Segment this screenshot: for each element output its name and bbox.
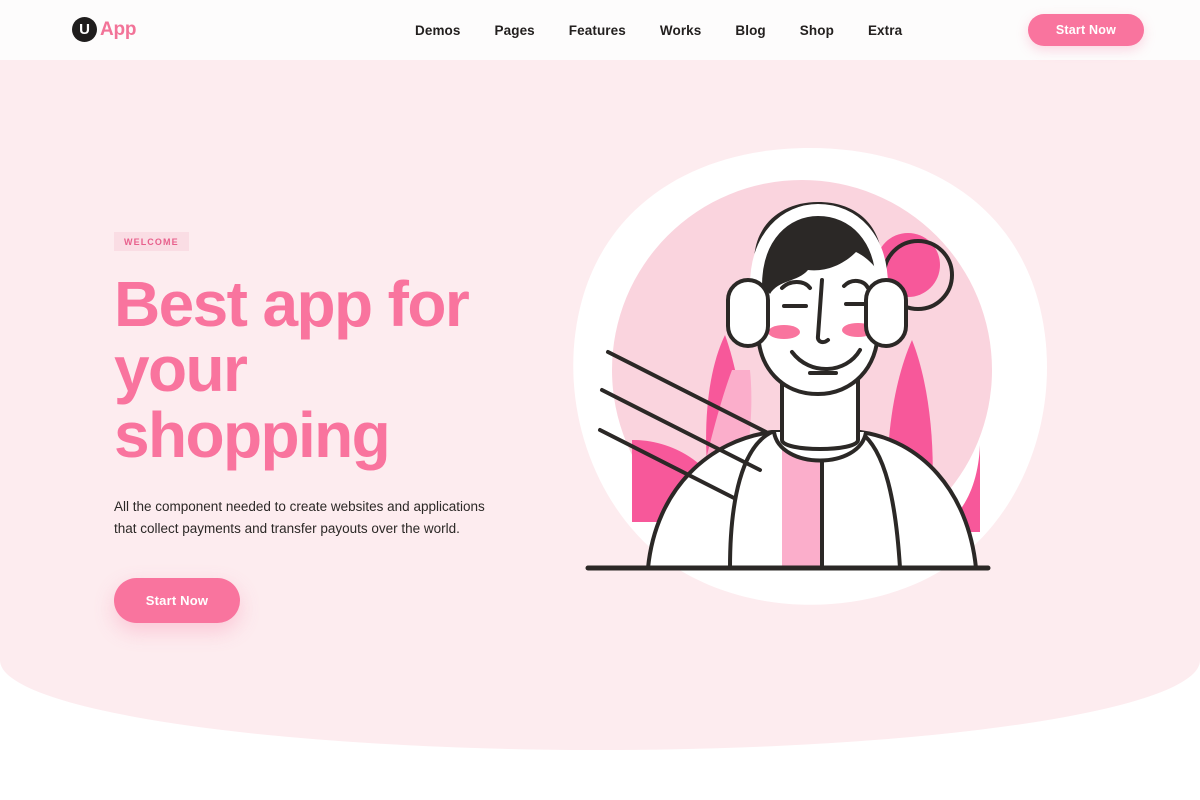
cheek-left	[768, 325, 800, 339]
logo-text: App	[100, 18, 137, 40]
nav-item-shop[interactable]: Shop	[800, 23, 834, 38]
circle-u-logo-icon: U	[72, 17, 97, 42]
main-navigation: Demos Pages Features Works Blog Shop Ext…	[415, 0, 902, 60]
hero-start-now-button[interactable]: Start Now	[114, 577, 240, 623]
nav-item-features[interactable]: Features	[569, 23, 626, 38]
nav-item-blog[interactable]: Blog	[735, 23, 765, 38]
landing-page: U App Demos Pages Features Works Blog Sh…	[0, 0, 1200, 800]
page-title: Best app for your shopping	[114, 268, 534, 471]
hero-description: All the component needed to create websi…	[114, 498, 485, 536]
nav-item-extra[interactable]: Extra	[868, 23, 902, 38]
headline-line-2: your shopping	[114, 333, 391, 471]
headphone-cup-right	[864, 278, 908, 348]
welcome-badge: WELCOME	[114, 232, 189, 251]
person-with-headphones-illustration	[560, 140, 1060, 610]
site-header: U App Demos Pages Features Works Blog Sh…	[0, 0, 1200, 60]
hero-content: WELCOME Best app for your shopping All t…	[114, 232, 534, 623]
nav-item-works[interactable]: Works	[660, 23, 702, 38]
headline-line-1: Best app for	[114, 268, 470, 340]
nav-item-pages[interactable]: Pages	[495, 23, 535, 38]
headphone-cup-left	[726, 278, 770, 348]
nav-item-demos[interactable]: Demos	[415, 23, 461, 38]
header-start-now-button[interactable]: Start Now	[1027, 14, 1144, 46]
logo[interactable]: U App	[72, 17, 137, 42]
